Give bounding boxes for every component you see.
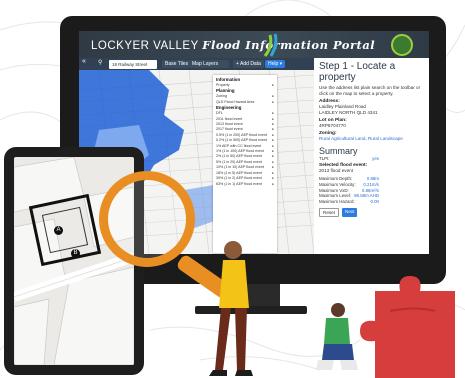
reset-button[interactable]: Reset <box>319 208 340 218</box>
lot-value: 4RP8704770 <box>319 123 346 128</box>
summary-heading: Summary <box>319 146 358 157</box>
help-button[interactable]: Help ▾ <box>265 60 286 68</box>
summary-row: TLPI: yes <box>319 156 379 162</box>
illustration-stage: LOCKYER VALLEY Flood Information Portal … <box>0 0 465 378</box>
panel-actions: Reset Next <box>319 208 424 218</box>
zoning-value-link[interactable]: Rural Agricultural Land, Rural Landscape <box>319 136 424 141</box>
layers-grid-icon[interactable] <box>219 60 229 68</box>
app-header: LOCKYER VALLEY Flood Information Portal <box>79 31 429 58</box>
address-search-input[interactable]: 18 Railway Street <box>109 59 157 69</box>
swoosh-logo-icon <box>263 33 278 57</box>
council-logo-icon <box>391 34 413 56</box>
step-instructions: Use the address list plain search on the… <box>319 85 421 96</box>
person-figure-icon <box>209 241 253 376</box>
next-button[interactable]: Next <box>342 208 358 218</box>
metric-row: Maximum Hazard: 0.00 <box>319 199 379 205</box>
metric-value: 0.00 <box>370 198 379 204</box>
map-layers-dropdown: Information Property Planning Zoning QLD… <box>213 75 277 253</box>
metric-label: Maximum Hazard: <box>319 198 355 204</box>
property-info-panel: Step 1 - Locate a property Use the addre… <box>314 58 429 254</box>
crouching-person-icon <box>316 303 358 370</box>
step-heading: Step 1 - Locate a property <box>319 61 396 83</box>
layer-item[interactable]: 63% (1 in 1) AEP flood event <box>216 182 274 188</box>
magnifying-glass-icon <box>99 171 195 267</box>
selected-event-value: 2013 flood event <box>319 168 353 173</box>
marker-b-icon: B <box>71 249 80 258</box>
layer-item[interactable]: QLD Flood Hazard Area <box>216 100 274 106</box>
app-title: LOCKYER VALLEY Flood Information Portal <box>91 38 375 52</box>
collapse-arrows-icon[interactable]: « <box>82 58 86 65</box>
map-toolbar: « ⚲ 18 Railway Street Base Tiles ▾ Map L… <box>79 58 314 70</box>
puzzle-piece-icon <box>360 276 455 378</box>
summary-row-value: yes <box>372 156 379 162</box>
add-data-button[interactable]: + Add Data <box>233 60 264 68</box>
search-icon[interactable]: ⚲ <box>98 59 102 66</box>
marker-a-icon: A <box>54 226 63 235</box>
metrics-list: Maximum Depth: 0.88m Maximum Velocity: 0.2… <box>319 176 424 204</box>
summary-row-label: TLPI: <box>319 156 330 162</box>
address-line-2: LAIDLEY NORTH QLD 4341 <box>319 109 378 115</box>
layer-item[interactable]: Property <box>216 83 274 89</box>
app-title-prefix: LOCKYER VALLEY <box>91 40 199 52</box>
